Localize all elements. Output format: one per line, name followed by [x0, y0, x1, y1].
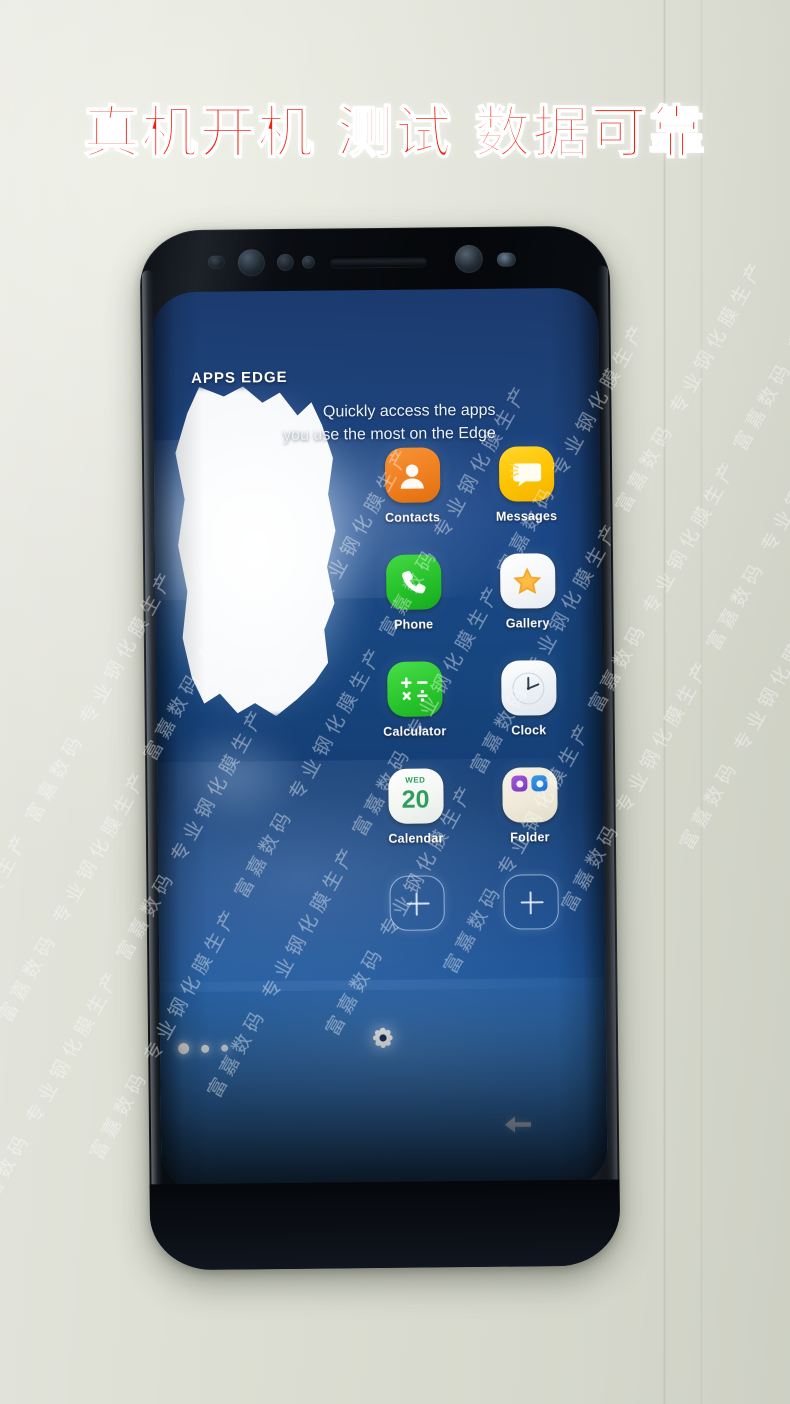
settings-gear-icon[interactable] — [368, 1025, 398, 1060]
gallery-icon[interactable] — [499, 553, 556, 609]
proximity-sensor-icon — [207, 255, 225, 269]
panel-subtitle-line2: you use the most on the Edge — [283, 424, 496, 444]
panel-subtitle: Quickly access the apps you use the most… — [195, 399, 496, 448]
headline-text: 真机开机 测试 数据可靠 — [83, 100, 707, 167]
messages-icon[interactable] — [498, 446, 554, 502]
folder-mini-icon — [531, 775, 548, 792]
led-indicator-icon — [301, 255, 315, 269]
earpiece-speaker-icon — [329, 255, 427, 268]
phone-icon[interactable] — [385, 554, 442, 610]
app-shortcut-contacts[interactable]: Contacts — [364, 447, 461, 525]
app-shortcut-clock[interactable]: Clock — [480, 660, 577, 738]
edge-app-grid: Contacts Messages Phone Gallery Calculat… — [364, 446, 579, 931]
app-shortcut-messages[interactable]: Messages — [478, 446, 575, 524]
iris-scanner-icon — [237, 249, 266, 277]
iris-camera-icon — [496, 252, 516, 267]
contacts-icon[interactable] — [384, 447, 440, 503]
front-camera-icon — [454, 244, 484, 274]
app-label: Gallery — [505, 616, 550, 631]
add-app-slot[interactable] — [482, 874, 579, 930]
page-dot-inactive[interactable] — [221, 1044, 229, 1052]
app-shortcut-gallery[interactable]: Gallery — [479, 553, 576, 631]
app-label: Calendar — [388, 831, 444, 846]
app-label: Folder — [510, 830, 550, 845]
add-app-slot[interactable] — [368, 875, 465, 931]
top-bezel — [140, 226, 611, 301]
app-shortcut-calculator[interactable]: Calculator — [366, 661, 463, 739]
phone-screen: APPS EDGE Quickly access the apps you us… — [152, 287, 608, 1193]
phone-device: APPS EDGE Quickly access the apps you us… — [139, 225, 621, 1271]
app-shortcut-folder[interactable]: Folder — [481, 767, 578, 845]
app-label: Contacts — [384, 510, 441, 525]
app-label: Phone — [394, 617, 434, 632]
app-label: Clock — [511, 723, 547, 738]
clock-icon[interactable] — [500, 660, 557, 716]
folder-mini-icon — [511, 775, 528, 792]
panel-subtitle-line1: Quickly access the apps — [322, 401, 496, 421]
app-label: Calculator — [383, 724, 447, 739]
phone-chin — [149, 1179, 621, 1271]
add-app-icon[interactable] — [502, 874, 559, 930]
back-arrow-icon[interactable] — [503, 1113, 533, 1140]
page-indicator[interactable] — [178, 1043, 229, 1055]
calendar-icon[interactable]: WED 20 — [387, 768, 444, 824]
app-shortcut-calendar[interactable]: WED 20 Calendar — [367, 768, 464, 846]
add-app-icon[interactable] — [388, 875, 445, 931]
calculator-icon[interactable] — [386, 661, 443, 717]
folder-icon[interactable] — [501, 767, 558, 823]
panel-title: APPS EDGE — [191, 368, 288, 387]
folder-preview-icons — [502, 775, 557, 792]
app-label: Messages — [495, 509, 558, 524]
app-shortcut-phone[interactable]: Phone — [365, 554, 462, 632]
page-dot-active[interactable] — [178, 1043, 190, 1055]
light-sensor-icon — [276, 253, 294, 272]
wall-seam — [663, 0, 666, 1404]
wall-seam — [700, 0, 703, 1404]
page-dot-inactive[interactable] — [201, 1044, 210, 1053]
apps-edge-panel: APPS EDGE Quickly access the apps you us… — [152, 288, 607, 1193]
calendar-date: 20 — [401, 785, 430, 814]
